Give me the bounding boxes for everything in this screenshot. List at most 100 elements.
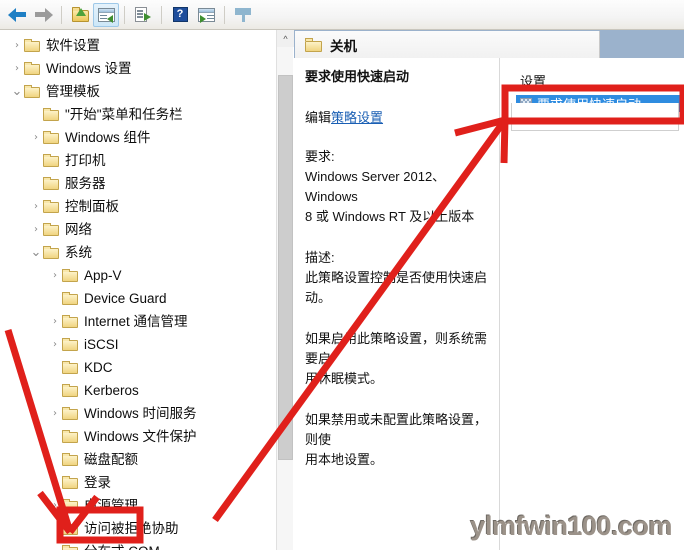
chevron-right-icon[interactable]: › — [48, 500, 62, 511]
tree-item[interactable]: › 软件设置 — [0, 34, 293, 57]
tree-vertical-scrollbar[interactable]: ^ — [276, 30, 294, 550]
chevron-down-icon[interactable]: ⌄ — [29, 245, 43, 260]
folder-icon — [43, 246, 59, 259]
tree-item-label: Windows 时间服务 — [84, 406, 197, 421]
folder-icon — [62, 476, 78, 489]
back-button[interactable] — [4, 3, 30, 27]
settings-list-frame — [511, 103, 679, 131]
chevron-right-icon[interactable]: › — [48, 339, 62, 350]
tree-item-label: 访问被拒绝协助 — [84, 521, 179, 536]
chevron-right-icon[interactable]: › — [29, 224, 43, 235]
tree-item-label: 服务器 — [65, 176, 106, 191]
tree-item-label: 磁盘配额 — [84, 452, 138, 467]
tree-item[interactable]: › iSCSI — [0, 333, 293, 356]
folder-icon — [62, 407, 78, 420]
tree-item-label: Windows 文件保护 — [84, 429, 197, 444]
settings-column: 设置 要求使用快速启动 — [507, 64, 684, 550]
tree-twisty-placeholder — [48, 477, 62, 488]
tree-item[interactable]: › 控制面板 — [0, 195, 293, 218]
show-hide-tree-button[interactable] — [93, 2, 119, 27]
folder-icon — [43, 108, 59, 121]
tree-item[interactable]: 服务器 — [0, 172, 293, 195]
tree-item[interactable]: › Windows 时间服务 — [0, 402, 293, 425]
folder-icon — [62, 522, 78, 535]
disabled-paragraph-line-2: 用本地设置。 — [305, 452, 384, 467]
details-header-title: 关机 — [330, 38, 357, 54]
folder-icon — [62, 430, 78, 443]
window-play-icon — [197, 7, 215, 23]
tree-item[interactable]: 分布式 COM — [0, 540, 293, 550]
tree-item-label: 网络 — [65, 222, 92, 237]
funnel-filter-icon — [235, 7, 251, 22]
tree-item-label: Device Guard — [84, 291, 167, 306]
tree-item[interactable]: Windows 文件保护 — [0, 425, 293, 448]
tree-item-label: Windows 组件 — [65, 130, 151, 145]
tree-item[interactable]: › App-V — [0, 264, 293, 287]
tree-item[interactable]: › 网络 — [0, 218, 293, 241]
help-question-icon: ? — [172, 7, 188, 22]
policy-tree-panel[interactable]: › 软件设置 › Windows 设置 ⌄ 管理模板 "开始"菜单和任务栏 › Windows… — [0, 30, 293, 550]
tree-item[interactable]: ⌄ 管理模板 — [0, 80, 293, 103]
toolbar-separator-3 — [161, 5, 162, 24]
tree-item-label: 软件设置 — [46, 38, 100, 53]
edit-policy-setting-link[interactable]: 策略设置 — [331, 110, 383, 125]
tree-item[interactable]: › Windows 设置 — [0, 57, 293, 80]
tree-item-label: 登录 — [84, 475, 111, 490]
chevron-right-icon[interactable]: › — [29, 201, 43, 212]
tree-item[interactable]: 访问被拒绝协助 — [0, 517, 293, 540]
enabled-paragraph: 如果启用此策略设置，则系统需要启 用休眠模式。 — [305, 329, 493, 389]
export-document-icon — [135, 7, 151, 22]
tree-item[interactable]: 登录 — [0, 471, 293, 494]
tree-item[interactable]: Kerberos — [0, 379, 293, 402]
show-extended-view-button[interactable] — [193, 3, 219, 27]
chevron-right-icon[interactable]: › — [29, 132, 43, 143]
tree-twisty-placeholder — [48, 431, 62, 442]
tree-item-label: 控制面板 — [65, 199, 119, 214]
tree-item[interactable]: 打印机 — [0, 149, 293, 172]
policy-title: 要求使用快速启动 — [305, 69, 410, 84]
folder-icon — [62, 499, 78, 512]
requirements-label: 要求: — [305, 149, 335, 164]
tree-item[interactable]: › Internet 通信管理 — [0, 310, 293, 333]
tree-item[interactable]: ⌄ 系统 — [0, 241, 293, 264]
help-button[interactable]: ? — [167, 3, 193, 27]
export-list-button[interactable] — [130, 3, 156, 27]
chevron-right-icon[interactable]: › — [48, 270, 62, 281]
chevron-down-icon[interactable]: ⌄ — [10, 84, 24, 99]
tree-item-label: 电源管理 — [84, 498, 138, 513]
folder-icon — [62, 453, 78, 466]
folder-icon — [305, 37, 322, 52]
console-tree-icon — [97, 7, 115, 23]
policy-tree: › 软件设置 › Windows 设置 ⌄ 管理模板 "开始"菜单和任务栏 › Windows… — [0, 30, 293, 550]
scrollbar-thumb[interactable] — [278, 75, 293, 460]
folder-icon — [62, 315, 78, 328]
folder-icon — [43, 131, 59, 144]
chevron-right-icon[interactable]: › — [10, 40, 24, 51]
up-one-level-button[interactable] — [67, 3, 93, 27]
toolbar-separator-1 — [61, 5, 62, 24]
tree-item[interactable]: 磁盘配额 — [0, 448, 293, 471]
disabled-paragraph-line-1: 如果禁用或未配置此策略设置，则使 — [305, 412, 488, 447]
tree-item[interactable]: › Windows 组件 — [0, 126, 293, 149]
tree-item-label: App-V — [84, 268, 122, 283]
back-arrow-icon — [7, 7, 27, 22]
tree-item[interactable]: "开始"菜单和任务栏 — [0, 103, 293, 126]
chevron-right-icon[interactable]: › — [48, 316, 62, 327]
chevron-right-icon[interactable]: › — [10, 63, 24, 74]
tree-item[interactable]: Device Guard — [0, 287, 293, 310]
tree-twisty-placeholder — [29, 155, 43, 166]
watermark: ylmfwin100.com — [470, 511, 672, 541]
folder-icon — [43, 200, 59, 213]
forward-button[interactable] — [30, 3, 56, 27]
details-header: 关机 — [295, 31, 600, 58]
tree-item-label: 管理模板 — [46, 84, 100, 99]
description-label: 描述: — [305, 250, 335, 265]
scroll-up-arrow-icon[interactable]: ^ — [277, 30, 294, 47]
requirements-block: 要求: Windows Server 2012、Windows 8 或 Wind… — [305, 147, 493, 227]
tree-twisty-placeholder — [48, 293, 62, 304]
filter-button[interactable] — [230, 3, 256, 27]
tree-item[interactable]: KDC — [0, 356, 293, 379]
tree-item[interactable]: › 电源管理 — [0, 494, 293, 517]
chevron-right-icon[interactable]: › — [48, 408, 62, 419]
folder-icon — [24, 62, 40, 75]
